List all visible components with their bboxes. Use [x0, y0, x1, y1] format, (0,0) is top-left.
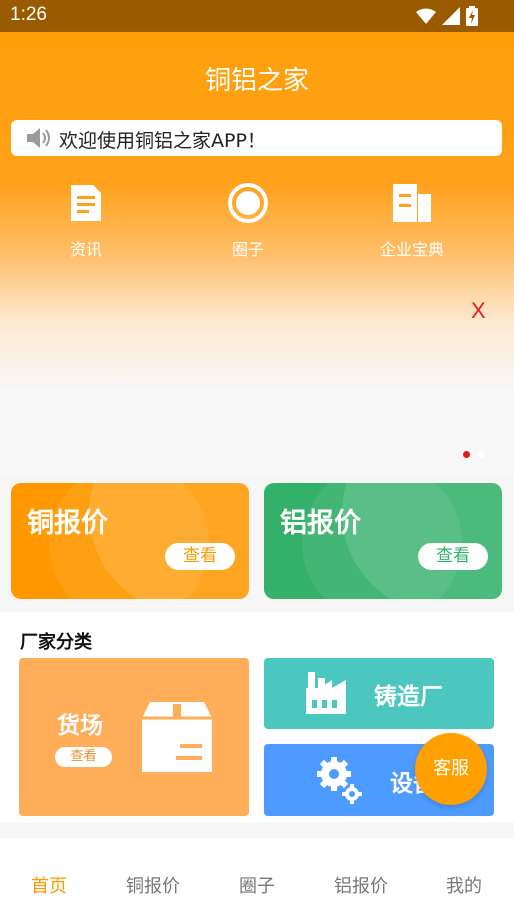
- notice-text: 欢迎使用铜铝之家APP！: [59, 130, 266, 152]
- signal-icon: [442, 7, 460, 25]
- copper-price-card[interactable]: 铜报价 查看: [11, 483, 249, 599]
- carousel-dot[interactable]: [478, 451, 485, 458]
- quick-link-label: 资讯: [69, 240, 102, 259]
- circle-icon: [178, 180, 318, 226]
- carousel-dot-active[interactable]: [463, 451, 470, 458]
- foundry-label: 铸造厂: [374, 684, 443, 710]
- quick-link-label: 企业宝典: [379, 240, 444, 259]
- tab-copper-price[interactable]: 铜报价: [101, 872, 205, 898]
- app-title: 铜铝之家: [204, 66, 309, 96]
- quick-link-enterprise[interactable]: 企业宝典: [342, 180, 482, 260]
- status-bar: 1:26: [0, 0, 514, 32]
- copper-price-label: 铜报价: [27, 508, 108, 539]
- banner-close-button[interactable]: X: [471, 298, 486, 324]
- box-icon: [142, 702, 212, 772]
- aluminum-price-card[interactable]: 铝报价 查看: [264, 483, 502, 599]
- customer-service-button[interactable]: 客服: [415, 733, 487, 805]
- aluminum-view-button[interactable]: 查看: [418, 543, 488, 570]
- status-icons: [416, 6, 478, 26]
- foundry-card[interactable]: 铸造厂: [264, 658, 494, 729]
- yard-label: 货场: [57, 713, 103, 739]
- yard-card[interactable]: 货场 查看: [19, 658, 249, 816]
- section-heading: 厂家分类: [20, 632, 92, 653]
- quick-link-news[interactable]: 资讯: [16, 180, 156, 260]
- building-icon: [342, 180, 482, 226]
- speaker-icon: [25, 126, 53, 154]
- copper-view-button[interactable]: 查看: [165, 543, 235, 570]
- wifi-icon: [416, 8, 436, 24]
- status-time: 1:26: [10, 4, 47, 25]
- tab-aluminum-price[interactable]: 铝报价: [309, 872, 413, 898]
- tab-mine[interactable]: 我的: [412, 872, 514, 898]
- factory-icon: [306, 672, 346, 714]
- bottom-tab-bar: 首页 铜报价 圈子 铝报价 我的: [0, 838, 514, 920]
- quick-link-circle[interactable]: 圈子: [178, 180, 318, 260]
- banner-carousel[interactable]: [0, 406, 514, 476]
- yard-view-button[interactable]: 查看: [55, 747, 112, 767]
- tab-circle[interactable]: 圈子: [205, 872, 309, 898]
- quick-link-label: 圈子: [231, 240, 264, 259]
- news-doc-icon: [16, 180, 156, 226]
- gears-icon: [317, 757, 362, 804]
- tab-home[interactable]: 首页: [0, 872, 101, 898]
- notice-bar[interactable]: 欢迎使用铜铝之家APP！: [11, 120, 502, 156]
- aluminum-price-label: 铝报价: [280, 508, 361, 539]
- battery-icon: [466, 6, 478, 26]
